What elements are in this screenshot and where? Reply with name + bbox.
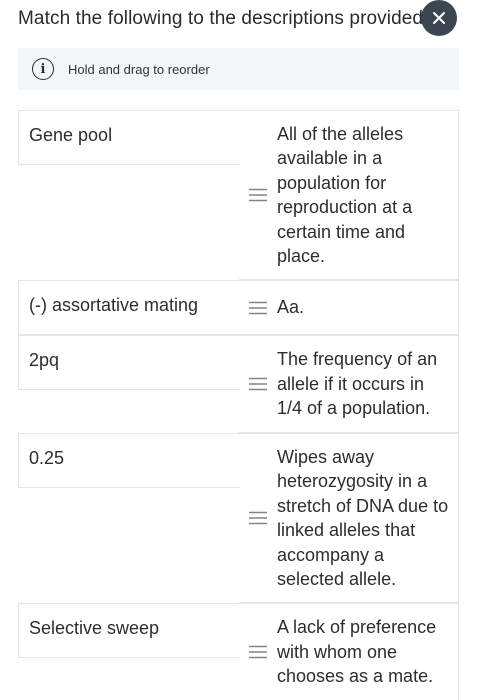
drag-handle-icon[interactable] [239,511,277,525]
term-label: Selective sweep [29,618,160,638]
drag-handle-icon[interactable] [239,188,277,202]
term-item: 2pq [18,335,240,390]
description-item[interactable]: The frequency of an allele if it occurs … [239,335,459,433]
term-label: Gene pool [29,125,113,145]
term-label: 2pq [29,350,60,370]
drag-handle-icon[interactable] [239,377,277,391]
info-banner: i Hold and drag to reorder [18,48,459,90]
description-item[interactable]: Aa. [239,280,459,335]
close-button[interactable] [421,0,457,36]
drag-handle-icon[interactable] [239,645,277,659]
description-text: The frequency of an allele if it occurs … [277,349,438,419]
close-icon [433,12,445,24]
description-item[interactable]: All of the alleles available in a popula… [239,110,459,280]
description-text: A lack of preference with whom one choos… [277,617,437,687]
term-label: 0.25 [29,448,65,468]
info-icon: i [32,58,54,80]
page-title: Match the following to the descriptions … [18,8,429,29]
description-text: All of the alleles available in a popula… [277,123,413,267]
term-item: Gene pool [18,110,240,165]
term-item: 0.25 [18,433,240,488]
term-label: (-) assortative mating [29,295,199,315]
description-text: Wipes away heterozygosity in a stretch o… [277,446,449,590]
term-item: Selective sweep [18,603,240,658]
description-item[interactable]: Wipes away heterozygosity in a stretch o… [239,433,459,603]
term-item: (-) assortative mating [18,280,240,335]
info-text: Hold and drag to reorder [68,61,210,77]
description-text: Aa. [277,297,305,318]
drag-handle-icon[interactable] [239,301,277,315]
description-item[interactable]: A lack of preference with whom one choos… [239,603,459,700]
